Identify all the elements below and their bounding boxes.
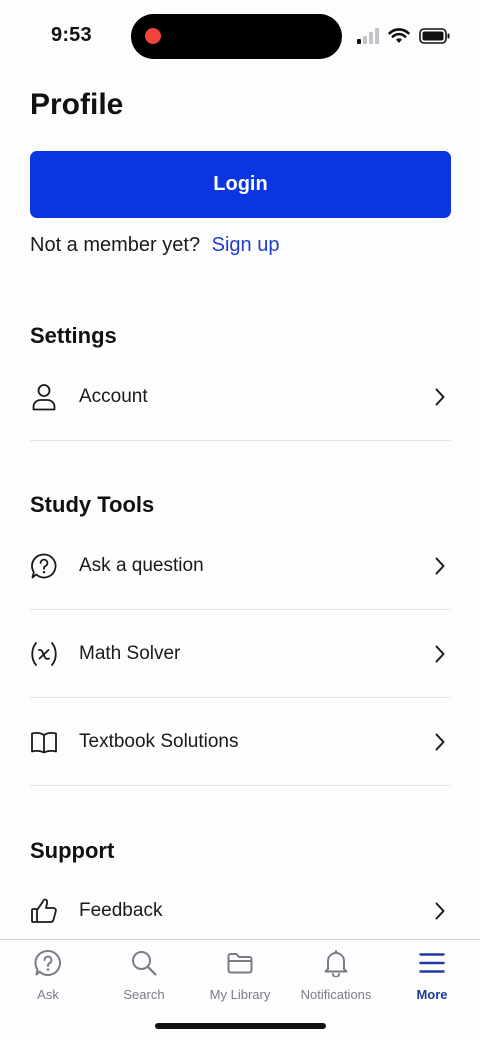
- question-circle-icon: [33, 948, 63, 978]
- status-icons: [357, 26, 451, 46]
- tab-label: Notifications: [300, 987, 372, 1002]
- chevron-right-icon: [433, 644, 447, 664]
- status-time: 9:53: [51, 24, 92, 46]
- tab-ask[interactable]: Ask: [0, 948, 96, 1004]
- menu-item-ask-question[interactable]: Ask a question: [30, 522, 451, 610]
- signup-row: Not a member yet? Sign up: [30, 234, 279, 257]
- signup-prompt: Not a member yet?: [30, 234, 201, 256]
- bell-icon: [321, 948, 351, 978]
- tab-label: More: [416, 987, 448, 1002]
- tab-my-library[interactable]: My Library: [192, 948, 288, 1004]
- section-title-support: Support: [30, 838, 115, 863]
- tab-label: Search: [123, 987, 165, 1002]
- menu-item-label: Ask a question: [79, 554, 204, 576]
- home-indicator: [155, 1023, 326, 1029]
- page-title: Profile: [30, 88, 124, 121]
- tab-search[interactable]: Search: [96, 948, 192, 1004]
- dynamic-island: [131, 14, 342, 59]
- menu-item-label: Math Solver: [79, 642, 181, 664]
- search-icon: [129, 948, 159, 978]
- menu-item-math-solver[interactable]: Math Solver: [30, 610, 451, 698]
- battery-icon: [419, 28, 450, 44]
- math-x-icon: [30, 640, 58, 668]
- question-bubble-icon: [30, 552, 58, 580]
- folder-icon: [225, 948, 255, 978]
- tab-notifications[interactable]: Notifications: [288, 948, 384, 1004]
- person-icon: [30, 383, 58, 411]
- section-title-study-tools: Study Tools: [30, 492, 155, 517]
- menu-item-label: Textbook Solutions: [79, 730, 239, 752]
- chevron-right-icon: [433, 901, 447, 921]
- wifi-icon: [388, 28, 410, 43]
- chevron-right-icon: [433, 732, 447, 752]
- menu-icon: [417, 948, 447, 978]
- menu-item-label: Feedback: [79, 900, 163, 921]
- book-icon: [30, 728, 58, 756]
- menu-item-textbook-solutions[interactable]: Textbook Solutions: [30, 698, 451, 786]
- chevron-right-icon: [433, 387, 447, 407]
- tab-more[interactable]: More: [384, 948, 480, 1004]
- menu-item-label: Account: [79, 385, 148, 407]
- tab-label: Ask: [37, 987, 59, 1002]
- chevron-right-icon: [433, 556, 447, 576]
- cellular-signal-icon: [357, 28, 379, 44]
- recording-indicator: [145, 28, 161, 44]
- thumbs-up-icon: [30, 897, 58, 925]
- section-title-settings: Settings: [30, 323, 117, 348]
- signup-link[interactable]: Sign up: [212, 234, 280, 256]
- tab-label: My Library: [209, 987, 271, 1002]
- status-bar: 9:53: [0, 0, 480, 72]
- menu-item-account[interactable]: Account: [30, 353, 451, 441]
- login-button[interactable]: Login: [30, 151, 451, 218]
